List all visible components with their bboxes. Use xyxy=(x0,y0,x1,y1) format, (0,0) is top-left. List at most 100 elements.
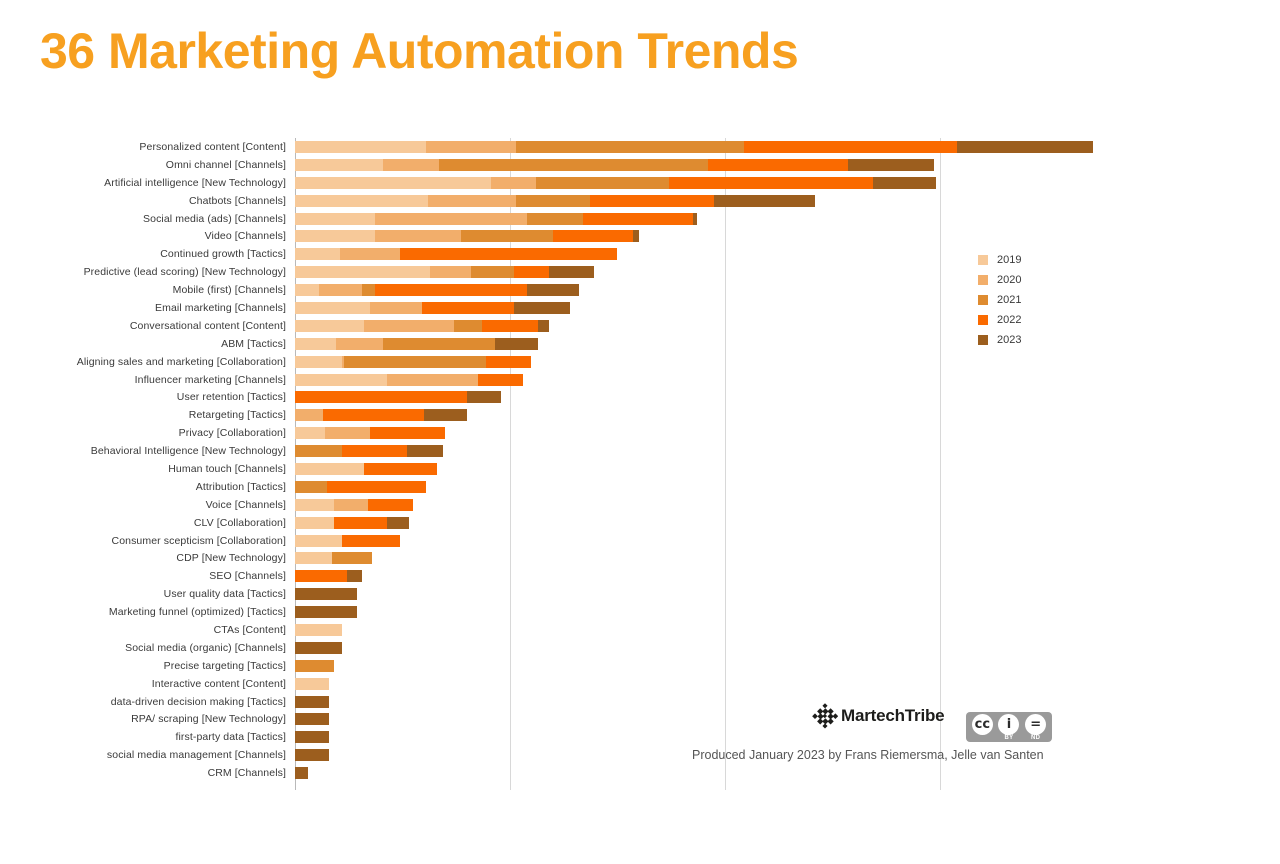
chart-stacked-bar[interactable] xyxy=(295,391,502,404)
chart-stacked-bar[interactable] xyxy=(295,462,437,475)
chart-bar-row[interactable]: Interactive content [Content] xyxy=(0,675,1280,693)
chart-bar-row[interactable]: Human touch [Channels] xyxy=(0,460,1280,478)
chart-bar-segment-2023[interactable] xyxy=(346,570,362,583)
chart-stacked-bar[interactable] xyxy=(295,695,330,708)
chart-bar-segment-2019[interactable] xyxy=(295,516,334,529)
chart-bar-segment-2021[interactable] xyxy=(454,319,483,332)
chart-bar-segment-2022[interactable] xyxy=(295,391,467,404)
chart-bar-segment-2019[interactable] xyxy=(295,284,319,297)
chart-bar-segment-2023[interactable] xyxy=(692,212,698,225)
chart-bar-segment-2021[interactable] xyxy=(295,659,334,672)
chart-bar-segment-2021[interactable] xyxy=(295,480,328,493)
chart-bar-segment-2020[interactable] xyxy=(363,319,455,332)
chart-bar-segment-2022[interactable] xyxy=(421,301,515,314)
chart-bar-segment-2020[interactable] xyxy=(383,158,440,171)
chart-stacked-bar[interactable] xyxy=(295,516,409,529)
chart-bar-segment-2021[interactable] xyxy=(331,552,373,565)
legend-item-2019[interactable]: 2019 xyxy=(978,250,1098,270)
chart-bar-row[interactable]: Retargeting [Tactics] xyxy=(0,406,1280,424)
chart-bar-row[interactable]: data-driven decision making [Tactics] xyxy=(0,693,1280,711)
chart-stacked-bar[interactable] xyxy=(295,266,594,279)
chart-bar-segment-2020[interactable] xyxy=(426,140,517,153)
chart-bar-segment-2019[interactable] xyxy=(295,266,431,279)
chart-bar-segment-2022[interactable] xyxy=(363,462,437,475)
chart-bar-segment-2022[interactable] xyxy=(342,534,401,547)
chart-bar-row[interactable]: User retention [Tactics] xyxy=(0,388,1280,406)
chart-bar-segment-2020[interactable] xyxy=(374,212,528,225)
chart-bar-row[interactable]: Omni channel [Channels] xyxy=(0,156,1280,174)
chart-stacked-bar[interactable] xyxy=(295,176,936,189)
chart-bar-row[interactable]: Precise targeting [Tactics] xyxy=(0,657,1280,675)
chart-bar-row[interactable]: CLV [Collaboration] xyxy=(0,514,1280,532)
chart-bar-segment-2022[interactable] xyxy=(707,158,848,171)
chart-bar-segment-2022[interactable] xyxy=(744,140,958,153)
chart-stacked-bar[interactable] xyxy=(295,570,362,583)
chart-stacked-bar[interactable] xyxy=(295,623,343,636)
chart-stacked-bar[interactable] xyxy=(295,498,414,511)
chart-stacked-bar[interactable] xyxy=(295,319,549,332)
chart-stacked-bar[interactable] xyxy=(295,194,816,207)
chart-bar-segment-2023[interactable] xyxy=(467,391,502,404)
chart-bar-segment-2019[interactable] xyxy=(295,623,343,636)
chart-bar-segment-2019[interactable] xyxy=(295,552,332,565)
chart-bar-segment-2022[interactable] xyxy=(342,445,407,458)
chart-bar-segment-2022[interactable] xyxy=(322,409,424,422)
chart-bar-segment-2019[interactable] xyxy=(295,158,384,171)
chart-stacked-bar[interactable] xyxy=(295,158,934,171)
chart-stacked-bar[interactable] xyxy=(295,749,330,762)
chart-bar-row[interactable]: Consumer scepticism [Collaboration] xyxy=(0,532,1280,550)
chart-bar-segment-2021[interactable] xyxy=(471,266,515,279)
chart-bar-segment-2023[interactable] xyxy=(295,588,358,601)
chart-bar-row[interactable]: Personalized content [Content] xyxy=(0,138,1280,156)
chart-bar-segment-2021[interactable] xyxy=(535,176,670,189)
chart-bar-segment-2023[interactable] xyxy=(295,713,330,726)
chart-bar-row[interactable]: Chatbots [Channels] xyxy=(0,192,1280,210)
chart-stacked-bar[interactable] xyxy=(295,534,401,547)
chart-bar-segment-2020[interactable] xyxy=(370,301,422,314)
chart-bar-segment-2019[interactable] xyxy=(295,373,388,386)
chart-stacked-bar[interactable] xyxy=(295,301,571,314)
chart-stacked-bar[interactable] xyxy=(295,606,358,619)
chart-bar-segment-2020[interactable] xyxy=(430,266,472,279)
chart-stacked-bar[interactable] xyxy=(295,284,579,297)
chart-bar-segment-2020[interactable] xyxy=(374,230,461,243)
chart-bar-segment-2019[interactable] xyxy=(295,140,427,153)
chart-bar-segment-2020[interactable] xyxy=(295,409,323,422)
chart-bar-segment-2023[interactable] xyxy=(847,158,934,171)
chart-bar-segment-2019[interactable] xyxy=(295,176,491,189)
chart-bar-segment-2022[interactable] xyxy=(589,194,715,207)
chart-bar-segment-2019[interactable] xyxy=(295,355,343,368)
chart-bar-segment-2022[interactable] xyxy=(477,373,523,386)
chart-bar-segment-2021[interactable] xyxy=(295,445,343,458)
chart-bar-segment-2022[interactable] xyxy=(583,212,693,225)
legend-item-2022[interactable]: 2022 xyxy=(978,310,1098,330)
chart-bar-segment-2019[interactable] xyxy=(295,319,364,332)
chart-bar-segment-2022[interactable] xyxy=(669,176,874,189)
chart-stacked-bar[interactable] xyxy=(295,677,330,690)
chart-stacked-bar[interactable] xyxy=(295,230,639,243)
chart-bar-segment-2022[interactable] xyxy=(370,427,446,440)
chart-bar-segment-2021[interactable] xyxy=(439,158,708,171)
chart-bar-segment-2019[interactable] xyxy=(295,212,375,225)
chart-bar-segment-2019[interactable] xyxy=(295,534,343,547)
chart-bar-segment-2021[interactable] xyxy=(344,355,487,368)
chart-bar-segment-2022[interactable] xyxy=(368,498,414,511)
chart-bar-row[interactable]: Aligning sales and marketing [Collaborat… xyxy=(0,353,1280,371)
chart-bar-segment-2023[interactable] xyxy=(873,176,936,189)
chart-bar-segment-2020[interactable] xyxy=(490,176,536,189)
chart-bar-segment-2023[interactable] xyxy=(295,749,330,762)
chart-bar-segment-2023[interactable] xyxy=(295,767,308,780)
chart-bar-segment-2020[interactable] xyxy=(318,284,362,297)
chart-bar-row[interactable]: SEO [Channels] xyxy=(0,567,1280,585)
chart-stacked-bar[interactable] xyxy=(295,731,330,744)
chart-bar-segment-2023[interactable] xyxy=(295,641,343,654)
chart-bar-row[interactable]: RPA/ scraping [New Technology] xyxy=(0,711,1280,729)
chart-bar-segment-2019[interactable] xyxy=(295,337,336,350)
chart-bar-segment-2023[interactable] xyxy=(423,409,467,422)
chart-bar-row[interactable]: social media management [Channels] xyxy=(0,746,1280,764)
chart-bar-row[interactable]: Marketing funnel (optimized) [Tactics] xyxy=(0,603,1280,621)
legend-item-2020[interactable]: 2020 xyxy=(978,270,1098,290)
chart-bar-segment-2021[interactable] xyxy=(361,284,375,297)
chart-bar-row[interactable]: Voice [Channels] xyxy=(0,496,1280,514)
chart-bar-segment-2023[interactable] xyxy=(548,266,594,279)
